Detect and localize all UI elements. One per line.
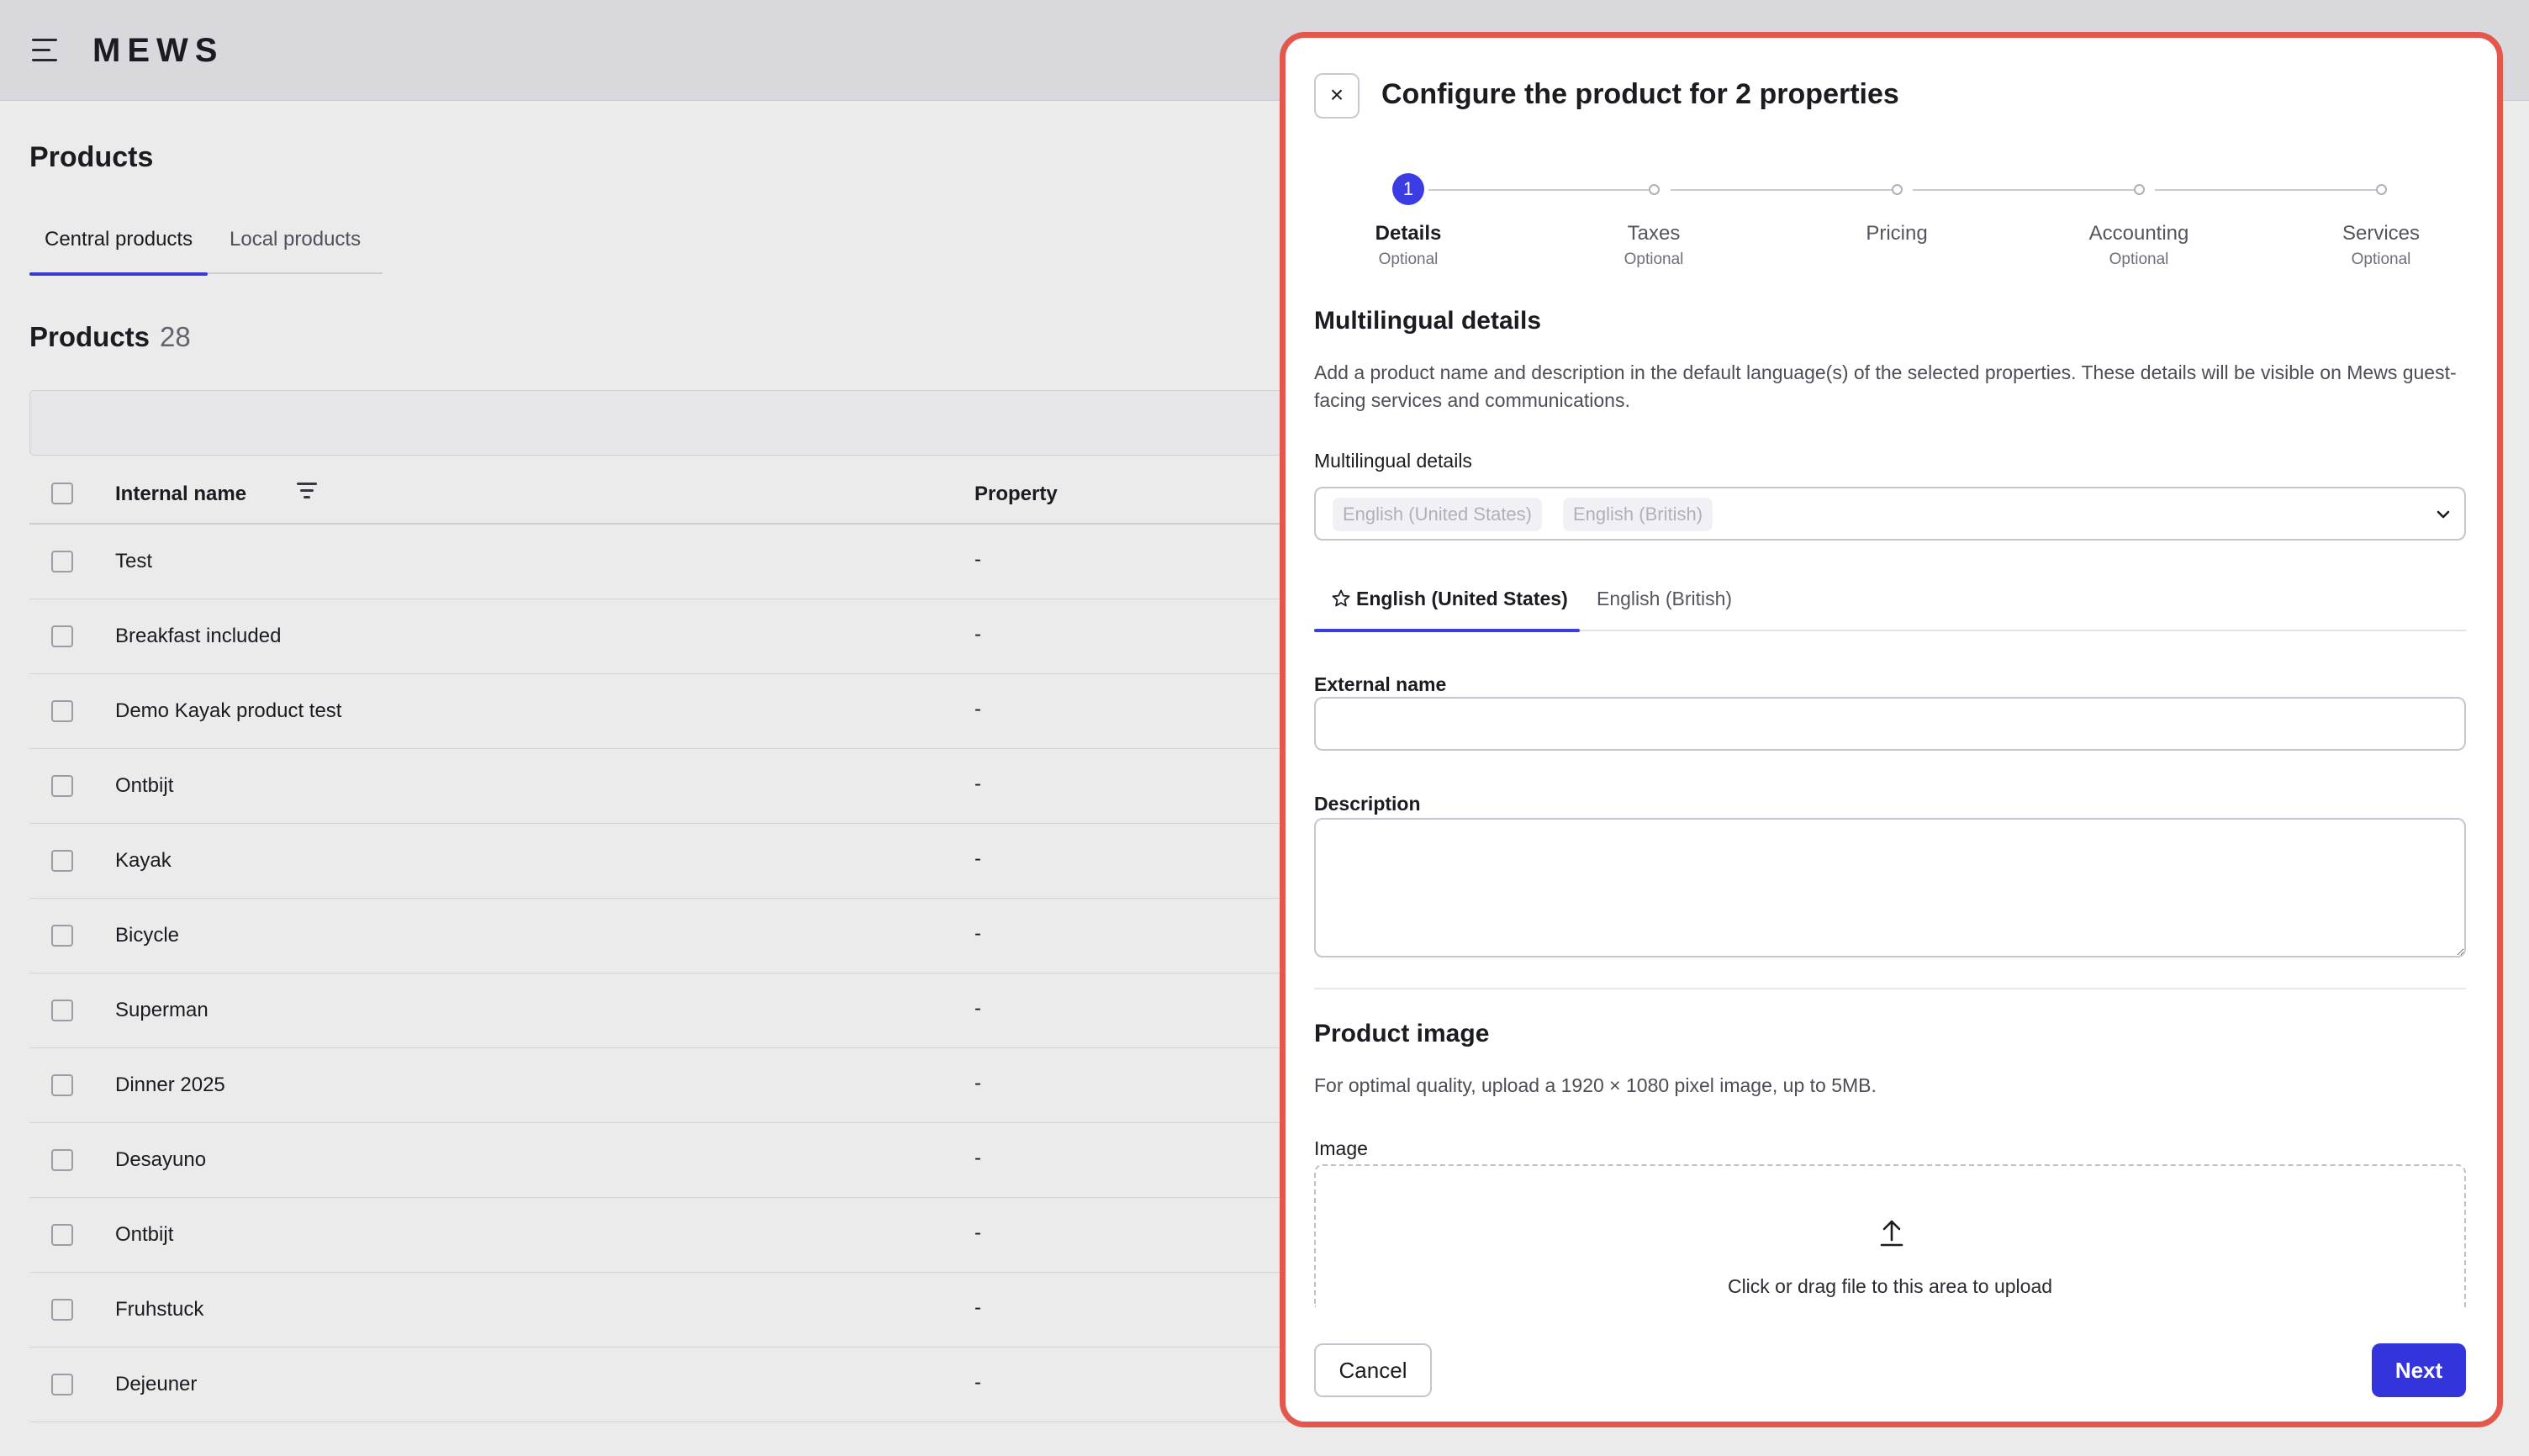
upload-instructions: Click or drag file to this area to uploa…: [1727, 1275, 2053, 1297]
description-label: Description: [1314, 793, 1421, 815]
upload-icon: [1880, 1220, 1903, 1247]
step-connector: [2155, 189, 2377, 191]
close-button[interactable]: ×: [1314, 73, 1360, 119]
multilingual-field-label: Multilingual details: [1314, 450, 1472, 472]
step-connector: [1428, 189, 1649, 191]
star-icon: [1332, 589, 1350, 607]
active-tab-indicator: [1314, 629, 1580, 632]
dialog-title: Configure the product for 2 properties: [1381, 78, 1899, 110]
language-chip: English (British): [1563, 498, 1713, 531]
step-services-label[interactable]: Services: [2280, 222, 2482, 245]
tab-english-british[interactable]: English (British): [1597, 588, 1732, 610]
configure-product-dialog: × Configure the product for 2 properties…: [1280, 32, 2503, 1427]
step-accounting-sub: Optional: [2109, 251, 2169, 268]
next-button[interactable]: Next: [2372, 1343, 2466, 1397]
step-details-sub: Optional: [1378, 251, 1439, 268]
step-details-label[interactable]: Details: [1307, 222, 1509, 245]
external-name-input[interactable]: [1314, 697, 2466, 751]
product-image-heading: Product image: [1314, 1020, 1490, 1047]
step-accounting-indicator[interactable]: [2134, 184, 2145, 195]
cancel-button[interactable]: Cancel: [1314, 1343, 1432, 1397]
multilingual-description: Add a product name and description in th…: [1314, 361, 2457, 411]
step-taxes-indicator[interactable]: [1649, 184, 1660, 195]
close-icon: ×: [1329, 82, 1344, 108]
image-label: Image: [1314, 1137, 1368, 1159]
step-services-sub: Optional: [2351, 251, 2411, 268]
description-textarea[interactable]: [1314, 818, 2466, 957]
step-details-indicator[interactable]: 1: [1392, 173, 1424, 205]
language-tabs: English (United States) English (British…: [1314, 584, 2466, 632]
chevron-down-icon: [2437, 510, 2450, 519]
step-pricing-label[interactable]: Pricing: [1796, 222, 1998, 245]
external-name-label: External name: [1314, 673, 1447, 695]
image-upload-area[interactable]: Click or drag file to this area to uploa…: [1314, 1164, 2466, 1307]
step-pricing-indicator[interactable]: [1892, 184, 1903, 195]
section-divider: [1314, 988, 2466, 989]
tab-english-us-label: English (United States): [1356, 588, 1568, 609]
product-image-hint: For optimal quality, upload a 1920 × 108…: [1314, 1074, 1877, 1096]
step-connector: [1671, 189, 1893, 191]
dialog-footer: Cancel Next: [1286, 1307, 2497, 1422]
step-accounting-label[interactable]: Accounting: [2038, 222, 2240, 245]
language-chip: English (United States): [1333, 498, 1542, 531]
multilingual-heading: Multilingual details: [1314, 307, 1542, 335]
language-select[interactable]: English (United States) English (British…: [1314, 487, 2466, 541]
step-taxes-sub: Optional: [1624, 251, 1684, 268]
tab-english-us[interactable]: English (United States): [1331, 588, 1568, 610]
step-taxes-label[interactable]: Taxes: [1553, 222, 1755, 245]
step-services-indicator[interactable]: [2376, 184, 2387, 195]
step-progress: 1 Details Optional Taxes Optional Pricin…: [1286, 160, 2497, 269]
step-connector: [1913, 189, 2135, 191]
